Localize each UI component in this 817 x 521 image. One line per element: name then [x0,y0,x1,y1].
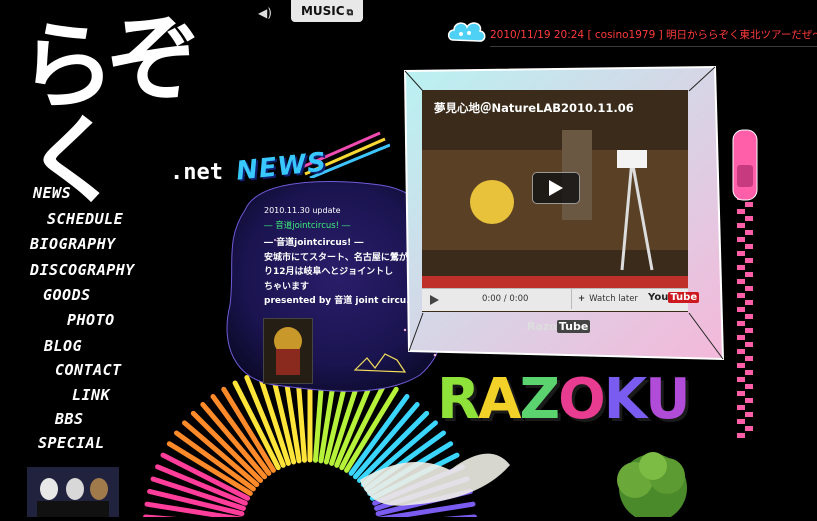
razoku-letter: Z [519,367,560,432]
news-thumbnail-image [264,319,312,383]
band-photo-thumbnail[interactable] [27,467,119,517]
play-icon [549,180,563,196]
nav-schedule[interactable]: SCHEDULE [47,210,123,228]
video-title[interactable]: 夢見心地＠NatureLAB2010.11.06 [434,100,634,116]
razoku-wordmark: RAZOKU [437,367,691,432]
nav-bbs[interactable]: BBS [55,410,84,428]
zipper-decoration [732,129,758,438]
youtube-logo-tube: Tube [668,292,700,303]
play-button[interactable] [532,172,580,204]
youtube-logo[interactable]: You Tube [648,292,700,303]
nav-link[interactable]: LINK [72,386,110,404]
news-body-line: り12月は岐阜へとジョイントし [264,267,394,277]
plus-icon: + [578,294,586,304]
nav-biography[interactable]: BIOGRAPHY [30,235,116,253]
nav-blog[interactable]: BLOG [44,337,82,355]
news-body-line: ― 音道jointcircus! ― [264,238,364,248]
cloud-bubble-icon [447,22,486,42]
tree-decoration [617,452,687,517]
razotube-tube: Tube [556,320,591,333]
nav-special[interactable]: SPECIAL [38,434,105,452]
news-body-line: ちゃいます [264,281,310,292]
razoku-letter: O [558,367,606,432]
nav-discography[interactable]: DISCOGRAPHY [30,261,135,279]
music-tab-label: MUSIC [300,4,345,18]
watch-later-label: Watch later [589,294,638,304]
news-date: 2010.11.30 update [264,206,341,215]
video-time: 0:00 / 0:00 [482,294,529,304]
video-progress-bar[interactable] [422,276,688,288]
news-body-line: presented by 音道 joint circu... [264,296,417,306]
watch-later-button[interactable]: + Watch later [571,289,644,309]
music-tab[interactable]: MUSIC ⧉ [291,0,363,22]
razoku-letter: R [437,367,480,432]
nav-goods[interactable]: GOODS [43,286,91,304]
razoku-letter: U [645,367,691,432]
site-logo[interactable]: らぞく .net [15,0,232,221]
youtube-logo-you: You [648,292,669,303]
razoku-letter: A [478,367,521,432]
razotube-label: Razo Tube [527,320,591,333]
play-pause-icon[interactable] [428,294,440,306]
razotube-razo: Razo [527,320,557,333]
news-body-line: 安城市にてスタート、名古屋に鶯が [264,252,408,263]
band-photo-image [27,467,119,517]
news-headline-link[interactable]: ― 音道jointcircus! ― [264,219,350,231]
nav-news[interactable]: NEWS [33,184,71,202]
razoku-letter: K [603,367,647,432]
news-body[interactable]: ― 音道jointcircus! ― 安城市にてスタート、名古屋に鶯が り12月… [264,236,416,309]
status-ticker[interactable]: 2010/11/19 20:24 [ cosino1979 ] 明日かららぞく東… [490,24,817,46]
news-thumbnail[interactable] [263,318,313,384]
external-link-icon: ⧉ [346,8,354,18]
speaker-icon[interactable]: ◀) [258,6,274,20]
ticker-divider [490,46,817,47]
nav-photo[interactable]: PHOTO [67,311,115,329]
